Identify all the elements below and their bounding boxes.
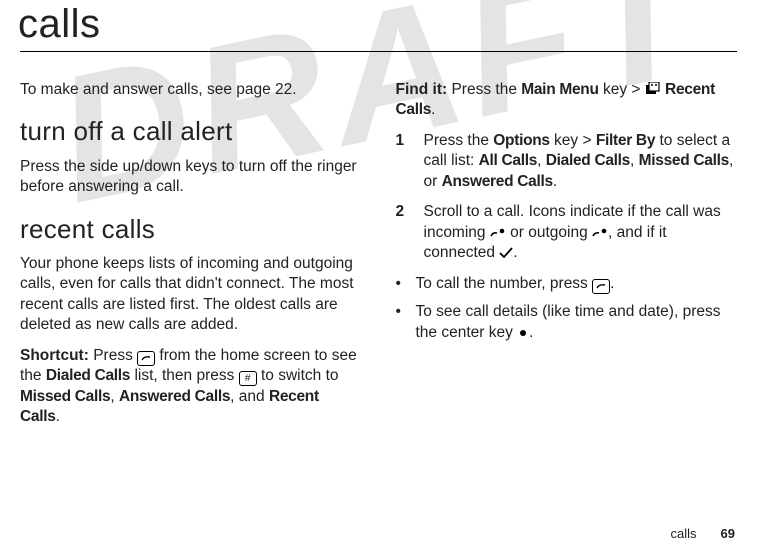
list-item: 2 Scroll to a call. Icons indicate if th… xyxy=(396,202,738,263)
txt: . xyxy=(513,244,517,261)
options-label: Options xyxy=(493,132,549,149)
bullet-list: To call the number, press . To see call … xyxy=(396,274,738,343)
outgoing-icon xyxy=(592,224,608,241)
filter-by-label: Filter By xyxy=(596,132,655,149)
step-number: 2 xyxy=(396,202,424,263)
list-item: 1 Press the Options key > Filter By to s… xyxy=(396,131,738,192)
title-rule xyxy=(20,51,737,52)
txt: , xyxy=(537,152,546,169)
txt: To see call details (like time and date)… xyxy=(416,303,721,340)
bullet-body: To see call details (like time and date)… xyxy=(416,302,738,343)
txt: , xyxy=(110,388,119,405)
footer-section-label: calls xyxy=(671,526,697,541)
shortcut-label: Shortcut: xyxy=(20,347,89,364)
txt: . xyxy=(56,408,60,425)
incoming-icon xyxy=(490,224,506,241)
txt: key > xyxy=(599,81,645,98)
missed-calls-label: Missed Calls xyxy=(639,152,729,169)
dialed-calls-label: Dialed Calls xyxy=(546,152,630,169)
step-number: 1 xyxy=(396,131,424,192)
txt: list, then press xyxy=(130,367,239,384)
find-it-label: Find it: xyxy=(396,81,448,98)
connected-check-icon xyxy=(499,244,513,261)
answered-calls-label: Answered Calls xyxy=(119,388,230,405)
txt: , and xyxy=(230,388,269,405)
recent-calls-icon xyxy=(645,81,661,98)
section1-body: Press the side up/down keys to turn off … xyxy=(20,157,362,198)
bullet-body: To call the number, press . xyxy=(416,274,615,294)
page-title: calls xyxy=(18,2,737,47)
section-heading-turn-off: turn off a call alert xyxy=(20,114,362,148)
section-heading-recent-calls: recent calls xyxy=(20,212,362,246)
center-key-icon xyxy=(517,324,529,341)
intro-text: To make and answer calls, see page 22. xyxy=(20,80,362,100)
txt: Press the xyxy=(424,132,494,149)
steps-list: 1 Press the Options key > Filter By to s… xyxy=(396,131,738,264)
find-it-paragraph: Find it: Press the Main Menu key > Recen… xyxy=(396,80,738,121)
txt: or outgoing xyxy=(506,224,592,241)
txt: to switch to xyxy=(257,367,339,384)
txt: key > xyxy=(550,132,596,149)
list-item: To see call details (like time and date)… xyxy=(396,302,738,343)
step-body: Press the Options key > Filter By to sel… xyxy=(424,131,738,192)
txt: , xyxy=(630,152,639,169)
txt: . xyxy=(431,101,435,118)
txt: . xyxy=(553,173,557,190)
send-key-icon xyxy=(592,279,610,294)
missed-calls-label: Missed Calls xyxy=(20,388,110,405)
section2-body: Your phone keeps lists of incoming and o… xyxy=(20,254,362,336)
txt: Press xyxy=(89,347,137,364)
list-item: To call the number, press . xyxy=(396,274,738,294)
footer-page-number: 69 xyxy=(721,526,735,541)
txt: . xyxy=(610,275,614,292)
all-calls-label: All Calls xyxy=(479,152,537,169)
step-body: Scroll to a call. Icons indicate if the … xyxy=(424,202,738,263)
shortcut-paragraph: Shortcut: Press from the home screen to … xyxy=(20,346,362,428)
hash-key-icon: # xyxy=(239,371,257,386)
answered-calls-label: Answered Calls xyxy=(442,173,553,190)
txt: . xyxy=(529,324,533,341)
dialed-calls-label: Dialed Calls xyxy=(46,367,130,384)
send-key-icon xyxy=(137,351,155,366)
main-menu-label: Main Menu xyxy=(521,81,598,98)
left-column: To make and answer calls, see page 22. t… xyxy=(20,80,362,438)
txt: To call the number, press xyxy=(416,275,593,292)
right-column: Find it: Press the Main Menu key > Recen… xyxy=(396,80,738,438)
page-footer: calls 69 xyxy=(671,526,735,541)
txt: Press the xyxy=(447,81,521,98)
